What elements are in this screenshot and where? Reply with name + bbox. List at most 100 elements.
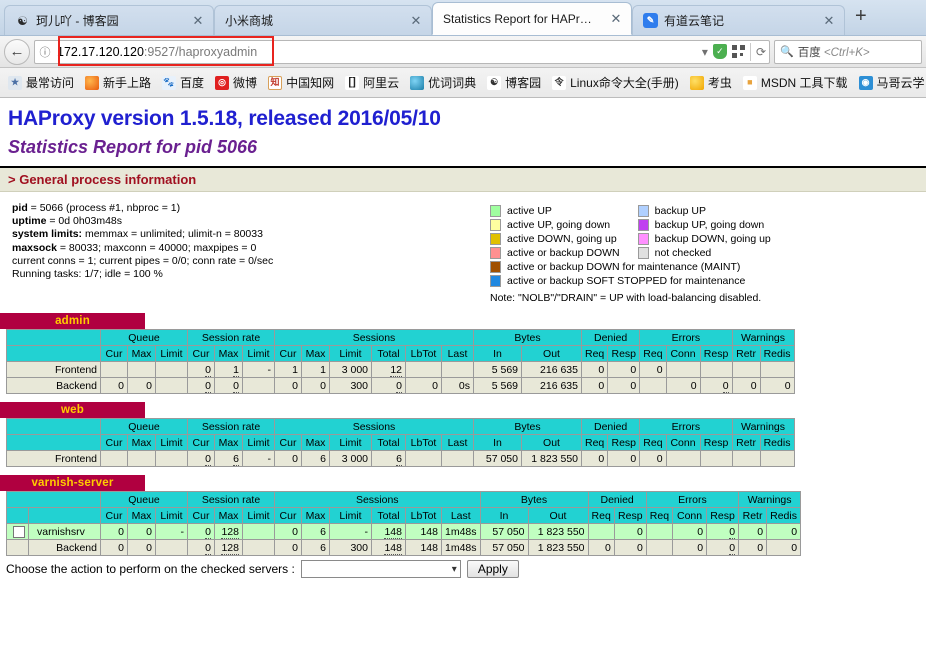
- reload-icon[interactable]: ⟳: [756, 45, 766, 59]
- apply-button[interactable]: Apply: [467, 560, 519, 578]
- bookmark-item-11[interactable]: ◉马哥云学: [854, 72, 926, 93]
- row-checkbox[interactable]: [13, 526, 25, 538]
- table-cell: [732, 451, 760, 467]
- bookmark-item-3[interactable]: ◎微博: [210, 72, 262, 93]
- table-cell: 0: [275, 524, 302, 540]
- table-cell: [406, 451, 442, 467]
- search-box[interactable]: 🔍 百度 <Ctrl+K>: [774, 40, 922, 64]
- column-header: Cur: [275, 508, 302, 524]
- new-tab-button[interactable]: +: [845, 6, 877, 30]
- row-select-cell[interactable]: [7, 524, 29, 540]
- bookmark-item-2[interactable]: 🐾百度: [157, 72, 209, 93]
- general-process-information-header[interactable]: > General process information: [0, 168, 926, 192]
- bookmark-item-5[interactable]: []阿里云: [340, 72, 404, 93]
- navigation-toolbar: ← ⓘ 172.17.120.120:9527/haproxyadmin ▾ ✓…: [0, 36, 926, 68]
- stats-table: QueueSession rateSessionsBytesDeniedErro…: [6, 418, 795, 467]
- column-header: Last: [442, 435, 474, 451]
- table-cell: 148: [406, 524, 442, 540]
- column-header: Req: [640, 435, 666, 451]
- shield-icon[interactable]: ✓: [713, 44, 727, 59]
- table-cell: 6: [372, 451, 406, 467]
- qrcode-icon[interactable]: [732, 45, 745, 58]
- select-all-header[interactable]: [7, 508, 29, 524]
- bookmark-label: Linux命令大全(手册): [570, 74, 679, 91]
- legend-label: not checked: [649, 246, 789, 260]
- table-cell: 0: [582, 378, 608, 394]
- bookmark-label: MSDN 工具下载: [761, 74, 848, 91]
- legend-color-swatch: [490, 275, 501, 287]
- tab-close-icon[interactable]: ✕: [409, 14, 423, 27]
- address-bar[interactable]: ⓘ 172.17.120.120:9527/haproxyadmin ▾ ✓ ⟳: [34, 40, 770, 64]
- legend-label: active DOWN, going up: [501, 232, 638, 246]
- table-cell: 148: [406, 540, 442, 556]
- browser-tab-1[interactable]: 小米商城 ✕: [214, 5, 432, 35]
- legend-swatch-cell: [490, 274, 501, 288]
- table-cell: 0: [673, 540, 707, 556]
- column-header: Cur: [101, 435, 128, 451]
- browser-tab-0[interactable]: ☯ 珂儿吖 - 博客园 ✕: [4, 5, 214, 35]
- url-text: 172.17.120.120:9527/haproxyadmin: [55, 45, 702, 59]
- table-cell: 0: [614, 540, 646, 556]
- action-select[interactable]: ▾: [301, 560, 461, 578]
- tab-close-icon[interactable]: ✕: [822, 14, 836, 27]
- legend-swatch-cell: [638, 232, 649, 246]
- column-header: LbTot: [406, 435, 442, 451]
- bookmark-item-6[interactable]: 优词词典: [405, 72, 481, 93]
- table-cell: 0: [128, 378, 156, 394]
- table-cell: 1: [275, 362, 302, 378]
- proxy-title[interactable]: web: [0, 402, 145, 418]
- column-header: Limit: [243, 435, 275, 451]
- table-header-row: CurMaxLimitCurMaxLimitCurMaxLimitTotalLb…: [7, 508, 801, 524]
- column-header: Cur: [188, 346, 215, 362]
- tab-title: Statistics Report for HAProxy: [443, 12, 595, 26]
- table-cell: [101, 451, 128, 467]
- table-cell: [243, 524, 275, 540]
- browser-tab-2[interactable]: Statistics Report for HAProxy ✕: [432, 2, 632, 35]
- magedu-icon: ◉: [859, 76, 873, 90]
- info-key: uptime: [12, 215, 46, 227]
- table-cell: 3 000: [330, 451, 372, 467]
- table-cell: 3 000: [330, 362, 372, 378]
- bookmark-item-9[interactable]: 考虫: [685, 72, 737, 93]
- table-cell: 0: [101, 524, 128, 540]
- tab-close-icon[interactable]: ✕: [191, 14, 205, 27]
- chevron-down-icon[interactable]: ▾: [702, 45, 708, 59]
- column-header: Retr: [732, 346, 760, 362]
- legend-label: backup DOWN, going up: [649, 232, 789, 246]
- bookmark-item-8[interactable]: 令Linux命令大全(手册): [547, 72, 684, 93]
- table-cell: 128: [215, 524, 243, 540]
- bookmark-item-0[interactable]: ★最常访问: [3, 72, 79, 93]
- table-cell: [156, 362, 188, 378]
- proxy-title[interactable]: varnish-server: [0, 475, 145, 491]
- column-header: Limit: [156, 346, 188, 362]
- tab-close-icon[interactable]: ✕: [609, 12, 623, 25]
- bookmark-item-7[interactable]: ☯博客园: [482, 72, 546, 93]
- row-label: varnishsrv: [29, 524, 101, 540]
- legend-swatch-cell: [638, 204, 649, 218]
- column-header: Limit: [243, 508, 275, 524]
- page-title: HAProxy version 1.5.18, released 2016/05…: [8, 107, 926, 131]
- row-label: Frontend: [7, 451, 101, 467]
- back-button[interactable]: ←: [4, 39, 30, 65]
- bookmark-label: 微博: [233, 74, 257, 91]
- bookmark-item-1[interactable]: 新手上路: [80, 72, 156, 93]
- cell-value: 0: [396, 380, 402, 393]
- table-cell: 0: [739, 540, 767, 556]
- table-cell: 0: [128, 524, 156, 540]
- process-info-block: pid = 5066 (process #1, nbproc = 1) upti…: [0, 202, 490, 305]
- legend-color-swatch: [490, 219, 501, 231]
- table-cell: [666, 362, 700, 378]
- site-info-icon[interactable]: ⓘ: [35, 44, 55, 60]
- table-cell: 0: [666, 378, 700, 394]
- proxy-title[interactable]: admin: [0, 313, 145, 329]
- firefox-icon: [85, 76, 99, 90]
- table-cell: 5 569: [474, 362, 522, 378]
- bookmark-item-4[interactable]: 知中国知网: [263, 72, 339, 93]
- browser-tab-3[interactable]: ✎ 有道云笔记 ✕: [632, 5, 845, 35]
- legend-label: backup UP, going down: [649, 218, 789, 232]
- bookmark-item-10[interactable]: ■MSDN 工具下载: [738, 72, 853, 93]
- table-cell: [646, 524, 672, 540]
- cnblogs-bookmark-icon: ☯: [487, 76, 501, 90]
- table-cell: 57 050: [474, 451, 522, 467]
- info-value: memmax = unlimited; ulimit-n = 80033: [85, 228, 263, 240]
